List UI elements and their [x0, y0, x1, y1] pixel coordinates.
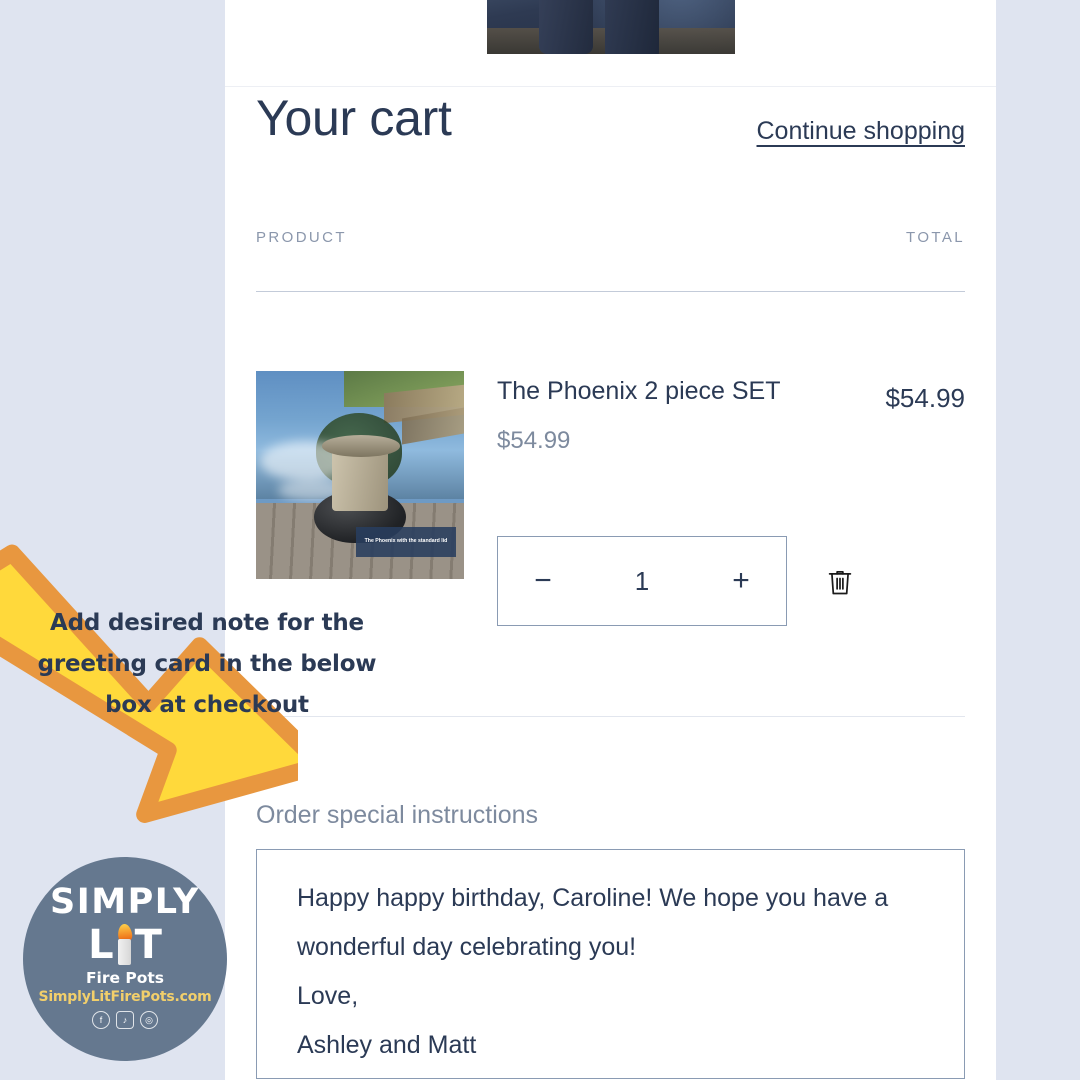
tiktok-icon[interactable]: ♪: [116, 1011, 134, 1029]
banner-pot-right: [605, 0, 659, 54]
continue-shopping-link[interactable]: Continue shopping: [757, 117, 966, 146]
brand-social-links[interactable]: f ♪ ◎: [92, 1011, 158, 1029]
order-instructions-textarea[interactable]: Happy happy birthday, Caroline! We hope …: [256, 849, 965, 1079]
product-thumbnail[interactable]: The Phoenix with the standard lid: [256, 371, 464, 579]
quantity-increase-button[interactable]: +: [726, 566, 756, 596]
cart-header: Your cart Continue shopping: [256, 93, 965, 173]
thumbnail-caption: The Phoenix with the standard lid: [356, 527, 456, 557]
brand-website: SimplyLitFirePots.com: [38, 989, 212, 1005]
banner-hero-image: [487, 0, 735, 54]
facebook-icon[interactable]: f: [92, 1011, 110, 1029]
brand-name-simply: SIMPLY: [50, 882, 200, 922]
brand-letter-t: T: [134, 922, 162, 968]
remove-item-button[interactable]: [826, 567, 854, 597]
product-unit-price: $54.99: [497, 427, 571, 454]
cart-table-header: PRODUCT TOTAL: [256, 229, 965, 253]
trash-icon: [828, 570, 852, 595]
banner-pot-left: [539, 0, 593, 54]
banner-social-links[interactable]: f ♪ ◎: [225, 61, 996, 80]
candle-wax-shape: [117, 939, 131, 965]
tiktok-icon[interactable]: ♪: [601, 61, 620, 80]
column-header-total: TOTAL: [906, 229, 965, 246]
brand-logo-badge: SIMPLY L T Fire Pots SimplyLitFirePots.c…: [23, 857, 227, 1061]
site-banner: f ♪ ◎: [225, 0, 996, 87]
cart-line-item: The Phoenix with the standard lid The Ph…: [256, 371, 965, 631]
order-instructions-label: Order special instructions: [256, 801, 539, 829]
cart-page-card: f ♪ ◎ Your cart Continue shopping PRODUC…: [225, 0, 996, 1080]
thumb-firepot-body: [332, 449, 388, 511]
page-title: Your cart: [256, 90, 452, 146]
order-instructions-value: Happy happy birthday, Caroline! We hope …: [297, 884, 889, 1059]
candle-flame-icon: [116, 923, 133, 965]
column-header-product: PRODUCT: [256, 229, 347, 246]
product-title-link[interactable]: The Phoenix 2 piece SET: [497, 375, 797, 407]
quantity-input[interactable]: 1: [635, 566, 649, 597]
brand-name-lit: L T: [88, 922, 162, 968]
annotation-callout-text: Add desired note for the greeting card i…: [37, 610, 377, 718]
brand-letter-l: L: [88, 922, 114, 968]
brand-tagline: Fire Pots: [85, 969, 165, 987]
header-divider: [256, 291, 965, 292]
instagram-icon[interactable]: ◎: [140, 1011, 158, 1029]
product-details: The Phoenix 2 piece SET $54.99: [497, 375, 797, 455]
quantity-stepper[interactable]: − 1 +: [497, 536, 787, 626]
facebook-icon[interactable]: f: [574, 61, 593, 80]
instagram-icon[interactable]: ◎: [628, 61, 647, 80]
thumbnail-caption-text: The Phoenix with the standard lid: [364, 538, 448, 545]
quantity-decrease-button[interactable]: −: [528, 566, 558, 596]
thumb-firepot-lid: [322, 435, 400, 457]
line-item-total: $54.99: [885, 383, 965, 413]
